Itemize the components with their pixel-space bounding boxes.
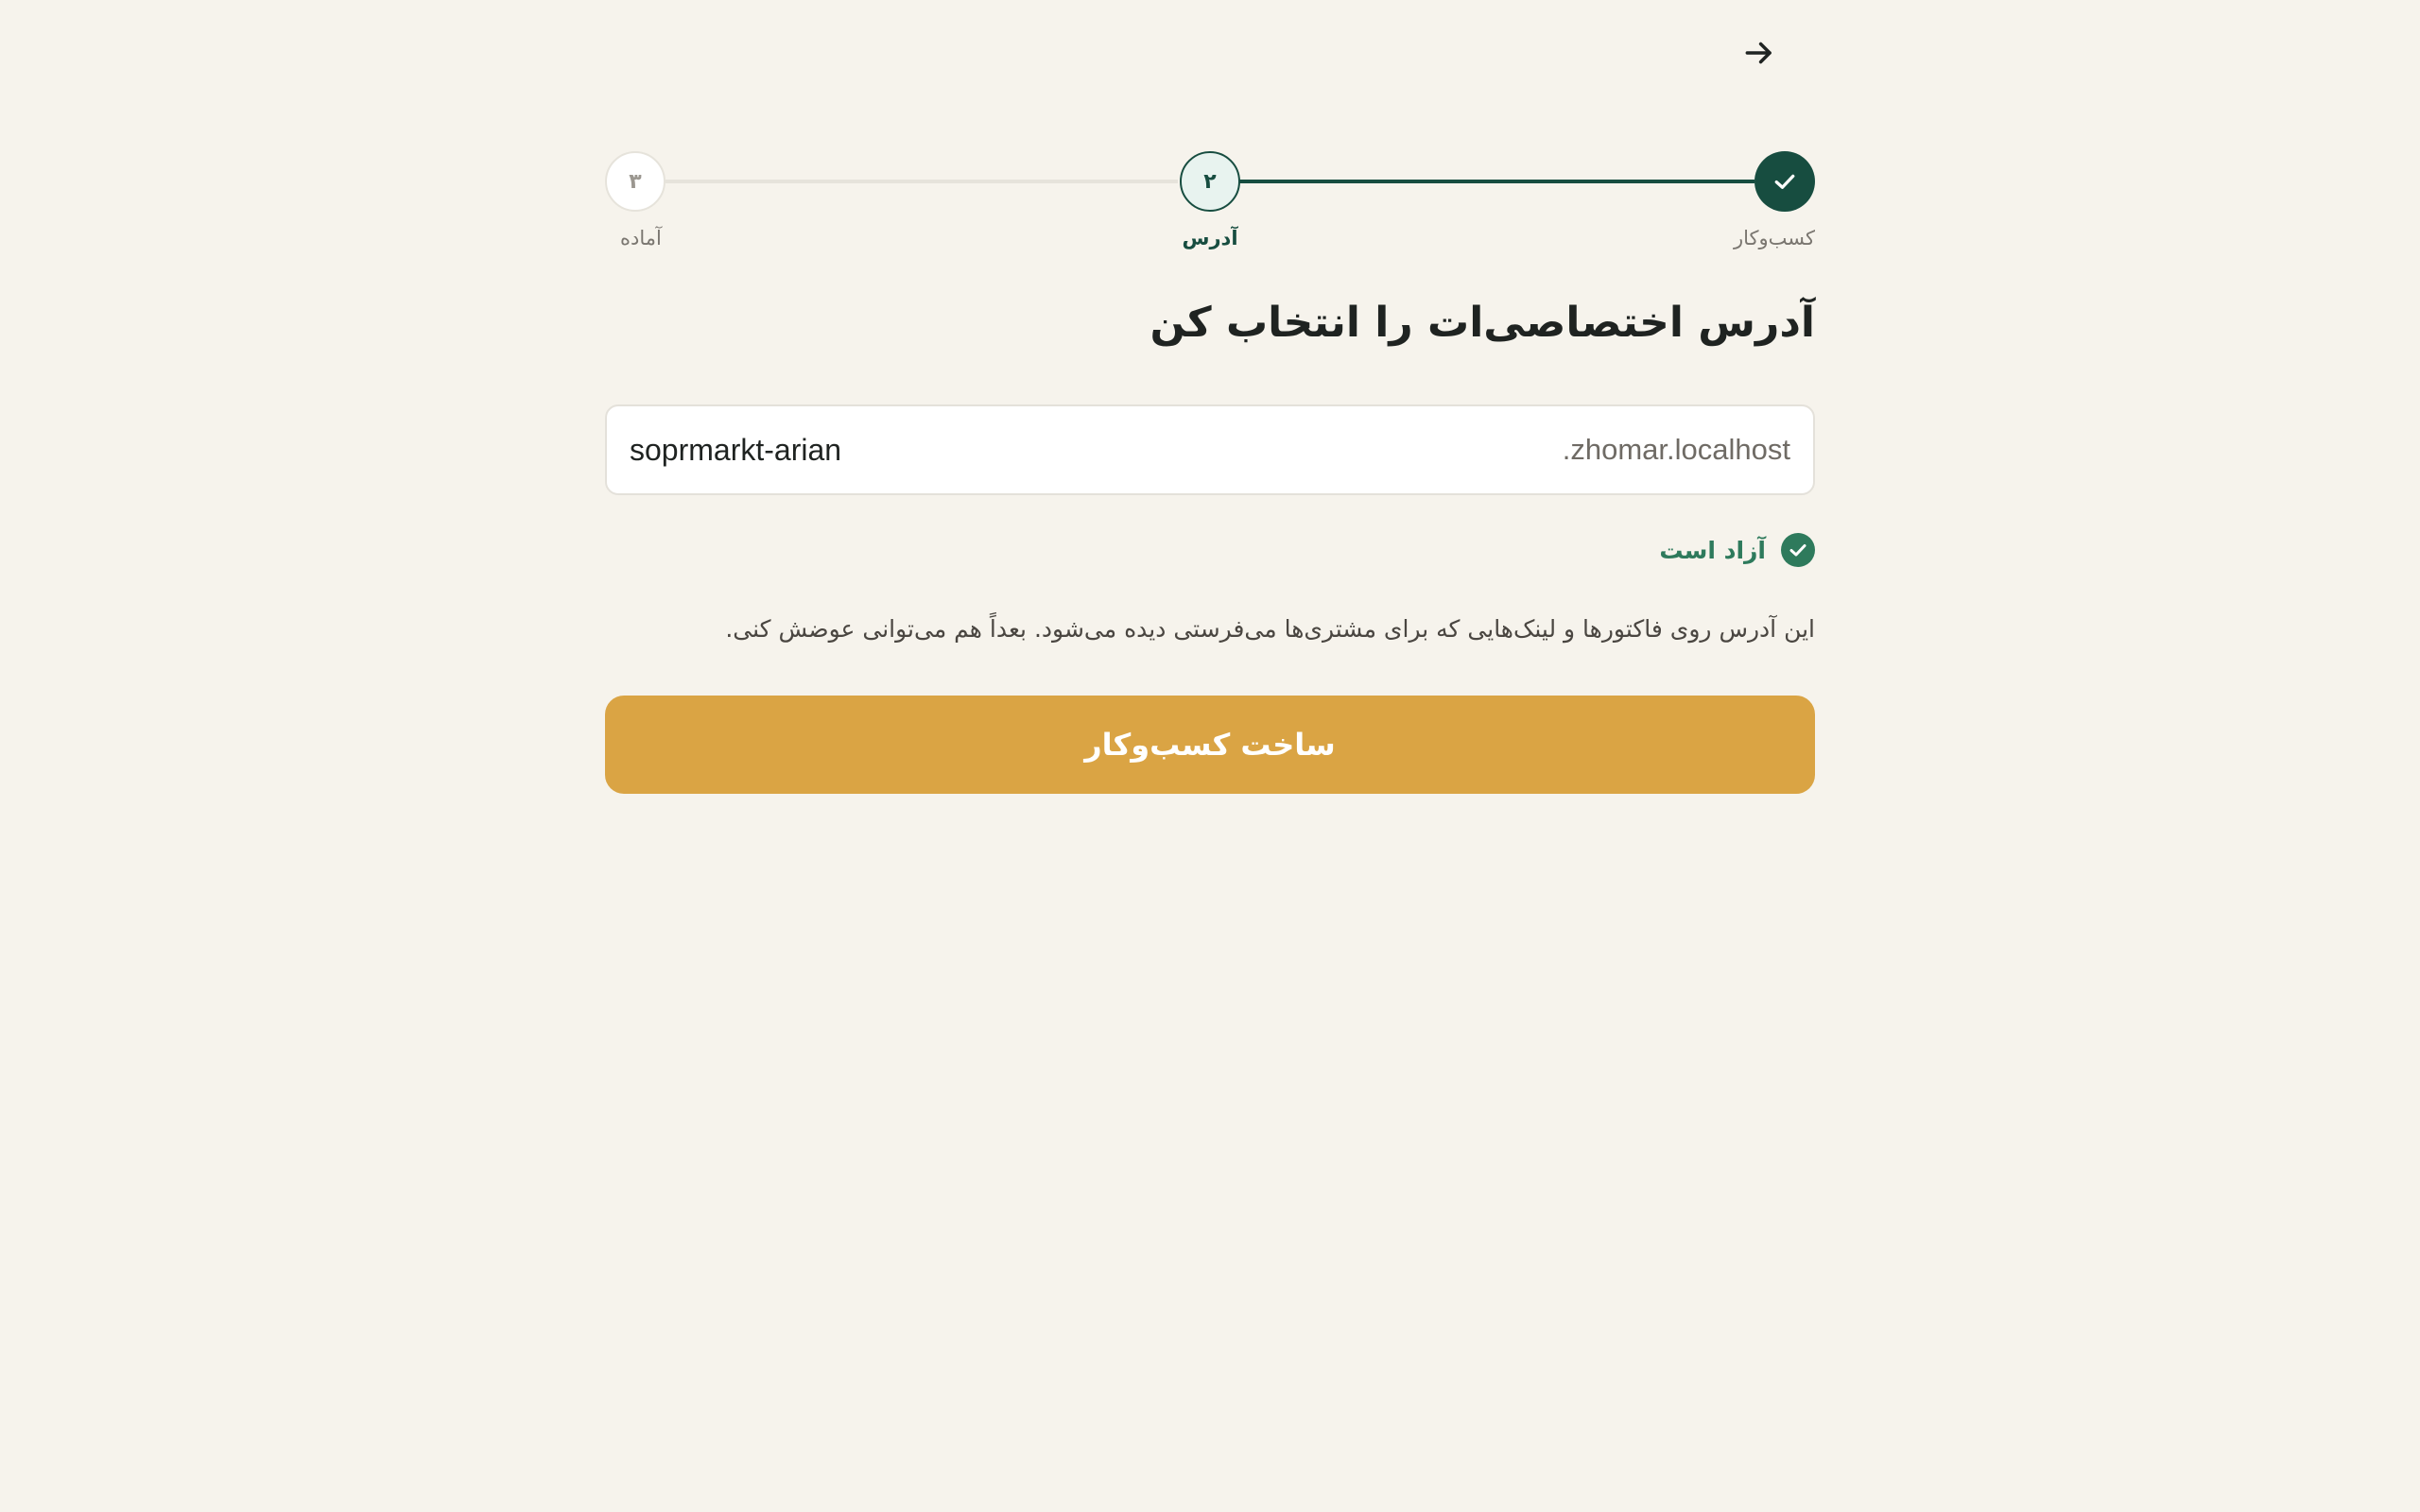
back-button[interactable] bbox=[1737, 34, 1781, 72]
check-circle-icon bbox=[1781, 533, 1815, 567]
step-business-circle bbox=[1754, 151, 1815, 212]
step-connector-upcoming bbox=[666, 180, 1178, 183]
step-connector-done bbox=[1238, 180, 1754, 183]
step-ready-label: آماده bbox=[620, 227, 662, 249]
address-slug-input[interactable] bbox=[630, 432, 1291, 468]
step-business-label: کسب‌وکار bbox=[1733, 227, 1815, 249]
step-address-label: آدرس bbox=[1182, 227, 1238, 249]
progress-stepper: ۲ ۳ کسب‌وکار آدرس آماده bbox=[605, 151, 1815, 265]
availability-status: آزاد است bbox=[1659, 533, 1815, 567]
page-title: آدرس اختصاصی‌ات را انتخاب کن bbox=[1150, 299, 1815, 347]
address-hint: این آدرس روی فاکتورها و لینک‌هایی که برا… bbox=[725, 615, 1815, 643]
domain-suffix: .zhomar.localhost bbox=[1562, 433, 1790, 466]
step-address-circle: ۲ bbox=[1180, 151, 1240, 212]
step-ready-circle: ۳ bbox=[605, 151, 666, 212]
arrow-right-icon bbox=[1745, 42, 1772, 64]
availability-text: آزاد است bbox=[1659, 536, 1766, 564]
create-business-button[interactable]: ساخت کسب‌وکار bbox=[605, 696, 1815, 794]
address-field[interactable]: .zhomar.localhost bbox=[605, 404, 1815, 495]
check-icon bbox=[1774, 174, 1795, 189]
